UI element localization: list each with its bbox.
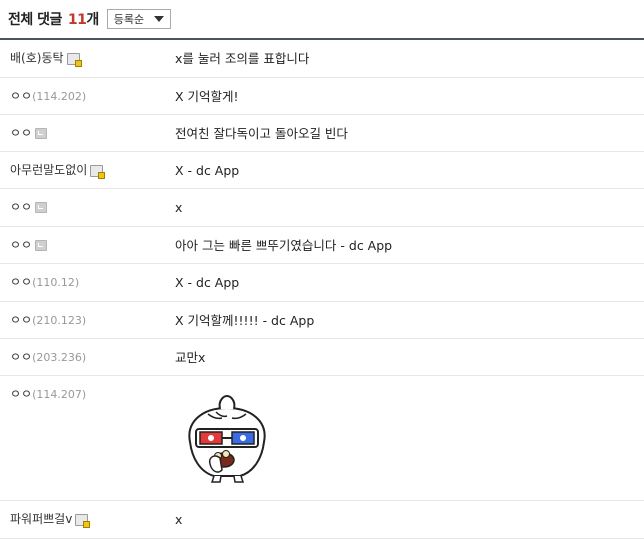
nickname-text: ㅇㅇ bbox=[10, 238, 33, 252]
ip-address: (203.236) bbox=[32, 351, 87, 364]
comment-title-label: 전체 댓글 bbox=[8, 12, 62, 28]
nickname-text: ㅇㅇ bbox=[10, 350, 33, 364]
comment-count: 11 bbox=[67, 12, 87, 28]
comment-nickname[interactable]: ㅇㅇ bbox=[10, 227, 48, 264]
sort-order-label: 등록순 bbox=[113, 13, 145, 26]
comment-nickname[interactable]: ㅇㅇ(114.207) bbox=[10, 376, 86, 413]
nickname-text: ㅇㅇ bbox=[10, 387, 33, 401]
comment-nickname[interactable]: ㅇㅇ(210.123) bbox=[10, 302, 86, 339]
comment-row: 파워퍼쁘걸v x bbox=[0, 501, 644, 539]
comment-row: ㅇㅇ(114.207) bbox=[0, 376, 644, 501]
comment-header: 전체 댓글 11개 등록순 bbox=[0, 0, 644, 40]
comment-text: x를 눌러 조의를 표합니다 bbox=[175, 51, 310, 66]
comment-row: 아무런말도없이 X - dc App bbox=[0, 152, 644, 189]
comment-text: 교만x bbox=[175, 350, 206, 365]
nickname-text: 배(호)동탁 bbox=[10, 51, 64, 65]
comment-nickname[interactable]: 파워퍼쁘걸v bbox=[10, 501, 91, 538]
comment-row: ㅇㅇ 아아 그는 빠른 쁘뚜기였습니다 - dc App bbox=[0, 227, 644, 264]
ip-address: (114.207) bbox=[32, 388, 87, 401]
comment-nickname[interactable]: ㅇㅇ bbox=[10, 189, 48, 226]
comment-text: X 기억할께!!!!! - dc App bbox=[175, 313, 315, 328]
ip-address: (114.202) bbox=[32, 90, 87, 103]
comment-row: ㅇㅇ 전여친 잘다독이고 돌아오길 빈다 bbox=[0, 115, 644, 152]
comment-title: 전체 댓글 11개 bbox=[8, 9, 99, 29]
comment-text: X - dc App bbox=[175, 275, 240, 290]
nickname-text: 아무런말도없이 bbox=[10, 163, 88, 177]
comment-text: 아아 그는 빠른 쁘뚜기였습니다 - dc App bbox=[175, 238, 393, 253]
comment-text: 전여친 잘다독이고 돌아오길 빈다 bbox=[175, 126, 348, 141]
comment-nickname[interactable]: ㅇㅇ(110.12) bbox=[10, 264, 79, 301]
ip-address: (210.123) bbox=[32, 314, 87, 327]
comment-list: 배(호)동탁 x를 눌러 조의를 표합니다 ㅇㅇ(114.202) X 기억할게… bbox=[0, 40, 644, 539]
comment-nickname[interactable]: ㅇㅇ(114.202) bbox=[10, 78, 86, 115]
comment-text: x bbox=[175, 200, 183, 215]
comment-row: ㅇㅇ(110.12) X - dc App bbox=[0, 264, 644, 302]
guest-nick-icon bbox=[35, 128, 48, 139]
dumpling-3d-glasses-sticker bbox=[188, 394, 266, 483]
nickname-text: ㅇㅇ bbox=[10, 275, 33, 289]
nickname-text: ㅇㅇ bbox=[10, 313, 33, 327]
comment-nickname[interactable]: 배(호)동탁 bbox=[10, 40, 82, 77]
comment-text: X 기억할게! bbox=[175, 89, 239, 104]
fixed-nick-icon bbox=[66, 52, 82, 67]
ip-address: (110.12) bbox=[32, 276, 80, 289]
comment-row: ㅇㅇ(210.123) X 기억할께!!!!! - dc App bbox=[0, 302, 644, 339]
chevron-down-icon[interactable] bbox=[154, 16, 165, 22]
comment-nickname[interactable]: ㅇㅇ bbox=[10, 115, 48, 152]
comment-text: x bbox=[175, 512, 183, 527]
comment-nickname[interactable]: 아무런말도없이 bbox=[10, 152, 106, 189]
guest-nick-icon bbox=[35, 202, 48, 213]
nickname-text: ㅇㅇ bbox=[10, 89, 33, 103]
comment-nickname[interactable]: ㅇㅇ(203.236) bbox=[10, 339, 86, 376]
comment-row: ㅇㅇ(114.202) X 기억할게! bbox=[0, 78, 644, 115]
guest-nick-icon bbox=[35, 240, 48, 251]
nickname-text: ㅇㅇ bbox=[10, 200, 33, 214]
fixed-nick-icon bbox=[75, 513, 91, 528]
comment-row: 배(호)동탁 x를 눌러 조의를 표합니다 bbox=[0, 40, 644, 78]
nickname-text: ㅇㅇ bbox=[10, 126, 33, 140]
nickname-text: 파워퍼쁘걸v bbox=[10, 512, 73, 526]
fixed-nick-icon bbox=[90, 164, 106, 179]
comment-row: ㅇㅇ(203.236) 교만x bbox=[0, 339, 644, 376]
comment-text: X - dc App bbox=[175, 163, 240, 178]
comment-row: ㅇㅇ x bbox=[0, 189, 644, 227]
sort-order-select[interactable]: 등록순 bbox=[106, 9, 172, 29]
comment-count-unit: 개 bbox=[86, 12, 99, 28]
